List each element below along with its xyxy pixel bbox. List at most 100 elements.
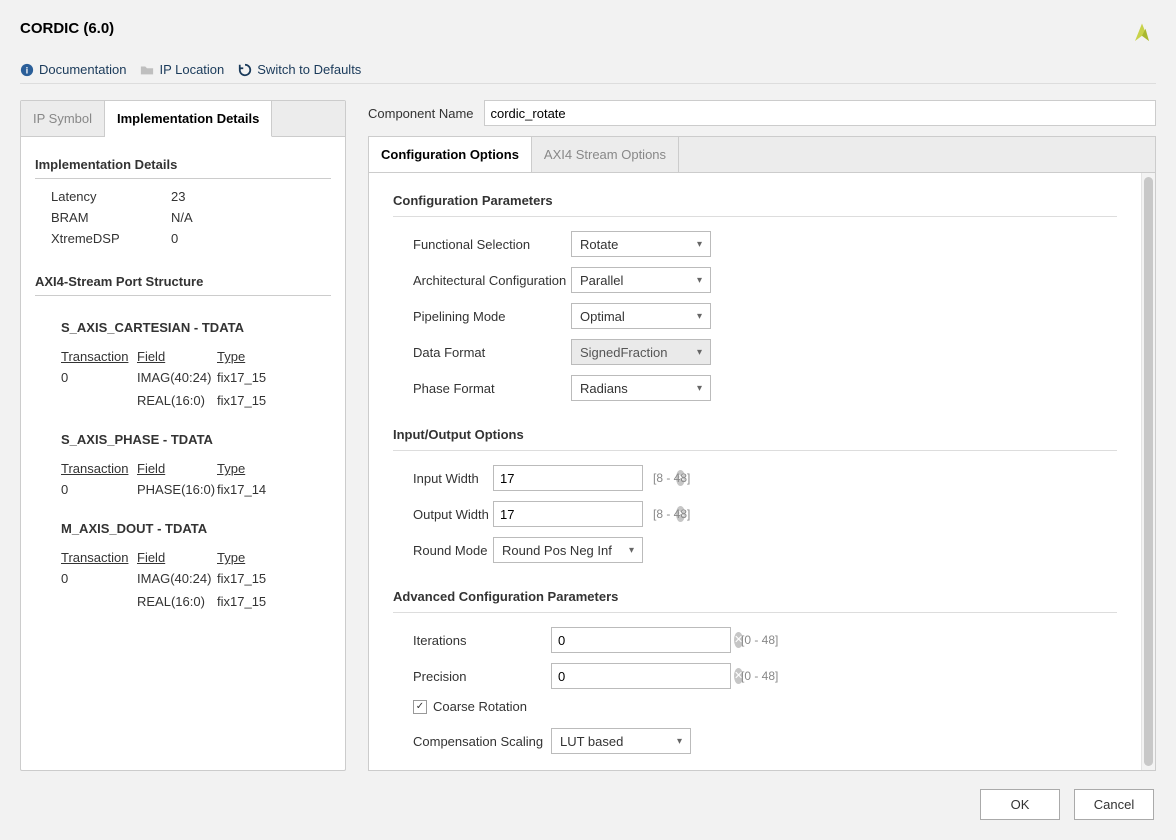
port-cell: 0 (61, 571, 137, 586)
phase-format-select[interactable]: Radians▾ (571, 375, 711, 401)
col-type: Type (217, 349, 287, 364)
chevron-down-icon: ▾ (697, 383, 702, 394)
dialog-title: CORDIC (6.0) (20, 20, 114, 37)
port-cell: fix17_14 (217, 482, 287, 497)
phase-format-label: Phase Format (413, 381, 571, 396)
impl-details-heading: Implementation Details (35, 157, 331, 179)
col-field: Field (137, 461, 217, 476)
data-format-select: SignedFraction▾ (571, 339, 711, 365)
functional-selection-select[interactable]: Rotate▾ (571, 231, 711, 257)
port-title: S_AXIS_CARTESIAN - TDATA (61, 320, 331, 335)
scrollbar-thumb[interactable] (1144, 177, 1153, 766)
input-width-field-wrap: ✕ (493, 465, 643, 491)
folder-icon (140, 63, 154, 77)
data-format-label: Data Format (413, 345, 571, 360)
switch-defaults-label: Switch to Defaults (257, 62, 361, 77)
pipelining-mode-select[interactable]: Optimal▾ (571, 303, 711, 329)
iterations-input[interactable] (558, 633, 734, 648)
ip-location-label: IP Location (159, 62, 224, 77)
port-cell: IMAG(40:24) (137, 370, 217, 385)
iterations-field-wrap: ✕ (551, 627, 731, 653)
tab-axi4-stream-options[interactable]: AXI4 Stream Options (532, 137, 679, 172)
tab-ip-symbol[interactable]: IP Symbol (21, 101, 105, 136)
ok-button[interactable]: OK (980, 789, 1060, 820)
col-transaction: Transaction (61, 461, 137, 476)
col-field: Field (137, 349, 217, 364)
port-cell (61, 594, 137, 609)
iterations-label: Iterations (413, 633, 551, 648)
io-options-heading: Input/Output Options (393, 427, 1117, 451)
adv-config-heading: Advanced Configuration Parameters (393, 589, 1117, 613)
iterations-range: [0 - 48] (741, 633, 778, 647)
vendor-logo-icon (1128, 20, 1156, 48)
chevron-down-icon: ▾ (697, 239, 702, 250)
left-panel: IP Symbol Implementation Details Impleme… (20, 100, 346, 771)
precision-label: Precision (413, 669, 551, 684)
xtremedsp-value: 0 (171, 231, 178, 246)
round-mode-select[interactable]: Round Pos Neg Inf▾ (493, 537, 643, 563)
port-title: M_AXIS_DOUT - TDATA (61, 521, 331, 536)
input-width-label: Input Width (413, 471, 493, 486)
functional-selection-label: Functional Selection (413, 237, 571, 252)
output-width-range: [8 - 48] (653, 507, 690, 521)
documentation-label: Documentation (39, 62, 126, 77)
precision-input[interactable] (558, 669, 734, 684)
latency-value: 23 (171, 189, 185, 204)
switch-defaults-link[interactable]: Switch to Defaults (238, 62, 361, 77)
coarse-rotation-label: Coarse Rotation (433, 699, 527, 714)
port-structure-heading: AXI4-Stream Port Structure (35, 274, 331, 296)
output-width-field-wrap: ✕ (493, 501, 643, 527)
comp-scaling-select[interactable]: LUT based▾ (551, 728, 691, 754)
tab-configuration-options[interactable]: Configuration Options (369, 137, 532, 173)
input-width-range: [8 - 48] (653, 471, 690, 485)
col-type: Type (217, 461, 287, 476)
pipelining-mode-label: Pipelining Mode (413, 309, 571, 324)
port-cell (61, 393, 137, 408)
config-params-heading: Configuration Parameters (393, 193, 1117, 217)
tab-implementation-details[interactable]: Implementation Details (105, 101, 272, 137)
ip-location-link[interactable]: IP Location (140, 62, 224, 77)
bram-value: N/A (171, 210, 193, 225)
output-width-label: Output Width (413, 507, 493, 522)
component-name-input[interactable] (484, 100, 1157, 126)
documentation-link[interactable]: i Documentation (20, 62, 126, 77)
vertical-scrollbar[interactable] (1141, 173, 1155, 770)
chevron-down-icon: ▾ (697, 275, 702, 286)
precision-field-wrap: ✕ (551, 663, 731, 689)
bram-label: BRAM (51, 210, 171, 225)
port-cell: fix17_15 (217, 594, 287, 609)
port-cell: 0 (61, 482, 137, 497)
chevron-down-icon: ▾ (677, 736, 682, 747)
port-cell: REAL(16:0) (137, 594, 217, 609)
svg-text:i: i (26, 65, 28, 75)
port-cell: 0 (61, 370, 137, 385)
arch-config-select[interactable]: Parallel▾ (571, 267, 711, 293)
col-transaction: Transaction (61, 550, 137, 565)
info-icon: i (20, 63, 34, 77)
port-cell: REAL(16:0) (137, 393, 217, 408)
output-width-input[interactable] (500, 507, 676, 522)
port-title: S_AXIS_PHASE - TDATA (61, 432, 331, 447)
port-cell: fix17_15 (217, 370, 287, 385)
port-cell: IMAG(40:24) (137, 571, 217, 586)
toolbar: i Documentation IP Location Switch to De… (20, 62, 1156, 84)
comp-scaling-label: Compensation Scaling (413, 734, 551, 749)
chevron-down-icon: ▾ (697, 347, 702, 358)
refresh-icon (238, 63, 252, 77)
chevron-down-icon: ▾ (629, 545, 634, 556)
port-cell: fix17_15 (217, 571, 287, 586)
xtremedsp-label: XtremeDSP (51, 231, 171, 246)
port-cell: fix17_15 (217, 393, 287, 408)
col-type: Type (217, 550, 287, 565)
col-field: Field (137, 550, 217, 565)
right-panel: Component Name Configuration Options AXI… (368, 100, 1156, 771)
cancel-button[interactable]: Cancel (1074, 789, 1154, 820)
coarse-rotation-checkbox[interactable]: ✓ (413, 700, 427, 714)
precision-range: [0 - 48] (741, 669, 778, 683)
component-name-label: Component Name (368, 106, 474, 121)
col-transaction: Transaction (61, 349, 137, 364)
round-mode-label: Round Mode (413, 543, 493, 558)
port-cell: PHASE(16:0) (137, 482, 217, 497)
chevron-down-icon: ▾ (697, 311, 702, 322)
input-width-input[interactable] (500, 471, 676, 486)
